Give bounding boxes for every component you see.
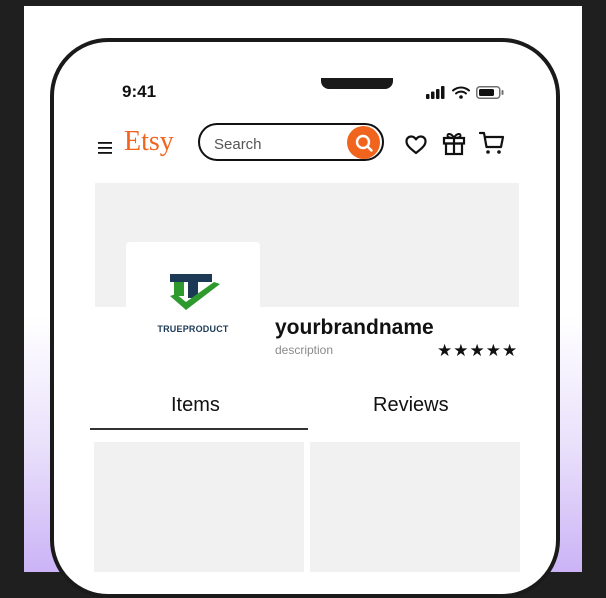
rating-stars: ★★★★★ [437, 341, 519, 360]
tab-items[interactable]: Items [171, 394, 220, 417]
tab-reviews[interactable]: Reviews [373, 394, 449, 417]
shop-description: description [275, 343, 334, 357]
shop-logo: TRUEPRODUCT [126, 242, 260, 372]
search-input[interactable] [212, 132, 336, 156]
status-time: 9:41 [122, 82, 157, 101]
etsy-logo[interactable]: Etsy [124, 126, 174, 158]
shop-logo-text: TRUEPRODUCT [157, 324, 229, 334]
phone-frame: 9:41 Etsy Search TRUEPRODUCT yourbrandna… [50, 38, 560, 598]
search-bar[interactable] [198, 123, 384, 161]
wifi-icon [452, 86, 470, 99]
heart-icon[interactable] [405, 135, 427, 155]
menu-icon[interactable] [98, 142, 112, 154]
cart-icon[interactable] [479, 130, 505, 156]
item-card[interactable] [94, 442, 304, 572]
status-icons [426, 84, 504, 100]
cellular-signal-icon [426, 85, 445, 99]
shop-name: yourbrandname [275, 316, 434, 339]
battery-icon [476, 85, 504, 99]
search-button[interactable] [347, 126, 380, 159]
trueproduct-logo-icon [170, 274, 220, 310]
phone-notch [321, 78, 393, 89]
search-icon [355, 134, 373, 152]
item-card[interactable] [310, 442, 520, 572]
active-tab-indicator [90, 428, 308, 430]
gift-icon[interactable] [442, 130, 466, 156]
